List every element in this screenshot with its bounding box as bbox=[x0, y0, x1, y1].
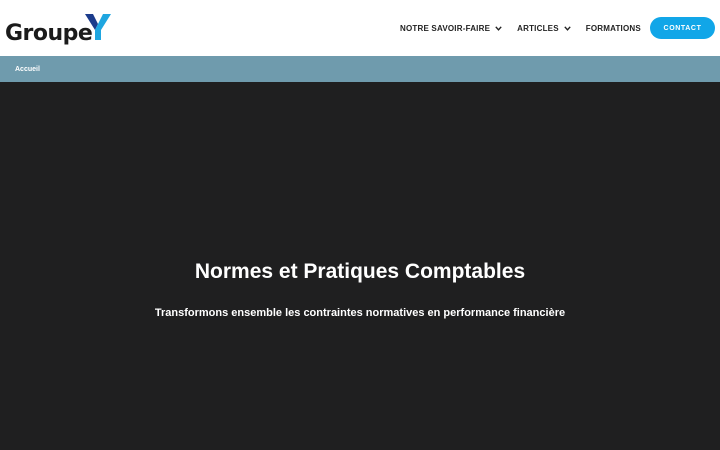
nav-item-formations[interactable]: FORMATIONS bbox=[586, 24, 641, 33]
nav-item-label: ARTICLES bbox=[517, 23, 559, 33]
main-nav: NOTRE SAVOIR-FAIRE ARTICLES FORMATIONS bbox=[400, 0, 656, 56]
nav-item-label: NOTRE SAVOIR-FAIRE bbox=[400, 23, 491, 33]
nav-item-label: FORMATIONS bbox=[585, 23, 641, 33]
logo-y-icon bbox=[85, 14, 111, 40]
site-header: Groupe NOTRE SAVOIR-FAIRE ARTICLES FORMA… bbox=[0, 0, 720, 56]
page-subtitle: Transformons ensemble les contraintes no… bbox=[154, 307, 566, 319]
chevron-down-icon bbox=[564, 25, 571, 31]
breadcrumb-home-link[interactable]: Accueil bbox=[15, 66, 40, 73]
page-title: Normes et Pratiques Comptables bbox=[194, 260, 526, 283]
contact-button[interactable]: CONTACT bbox=[650, 17, 715, 39]
nav-item-savoir-faire[interactable]: NOTRE SAVOIR-FAIRE bbox=[400, 24, 502, 33]
breadcrumb: Accueil bbox=[0, 56, 720, 82]
groupe-y-logo[interactable]: Groupe bbox=[5, 11, 115, 45]
nav-item-articles[interactable]: ARTICLES bbox=[517, 24, 571, 33]
hero-section: Normes et Pratiques Comptables Transform… bbox=[0, 82, 720, 450]
logo-wordmark: Groupe bbox=[5, 21, 93, 46]
chevron-down-icon bbox=[495, 25, 502, 31]
